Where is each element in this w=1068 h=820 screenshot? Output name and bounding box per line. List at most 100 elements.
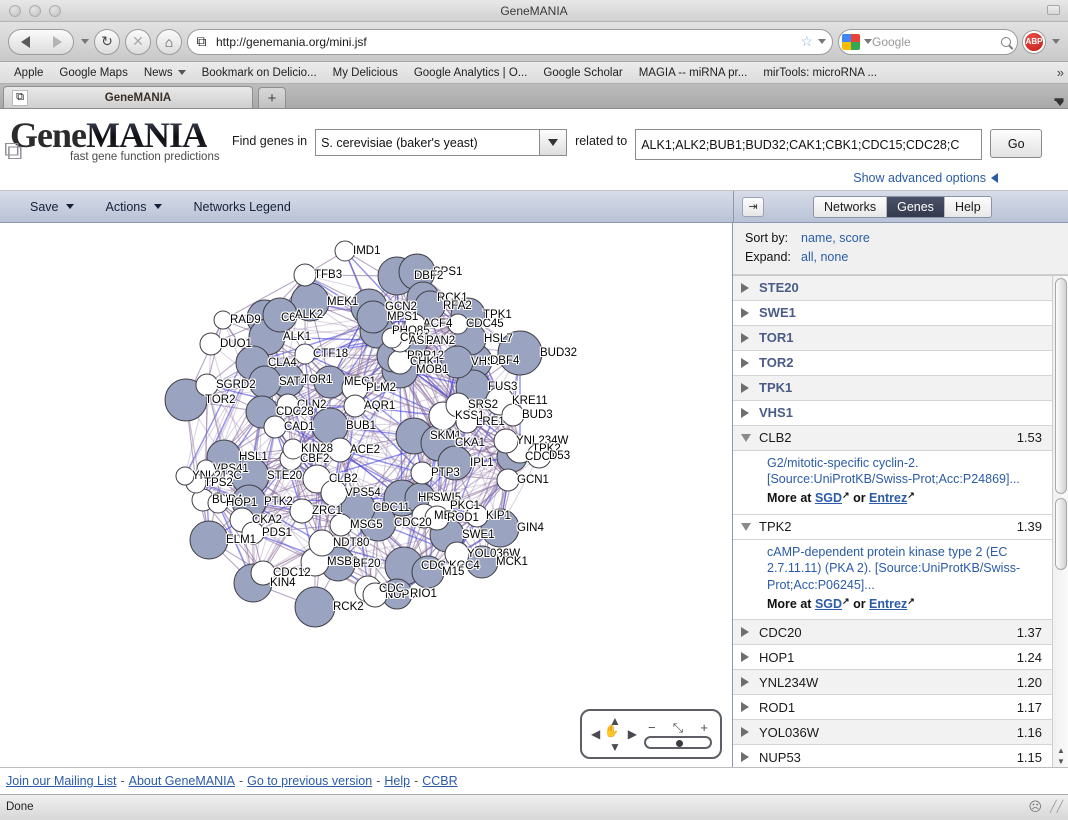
nav-dropdown-caret[interactable] — [79, 39, 89, 44]
network-node[interactable] — [456, 411, 478, 433]
gene-row[interactable]: TOR2 — [733, 351, 1052, 376]
chevron-right-icon[interactable] — [741, 727, 759, 737]
gene-description-text[interactable]: cAMP-dependent protein kinase type 2 (EC… — [767, 545, 1020, 592]
scrollbar-thumb[interactable] — [1055, 498, 1067, 570]
network-node[interactable] — [466, 505, 488, 527]
network-graph-canvas[interactable]: IMD1TFB3SPS1DBF2MEK1GCN2RCK1RFA2MPS1RAD9… — [0, 223, 733, 767]
gene-list-scroll-area[interactable]: STE20SWE1TOR1TOR2TPK1VHS1CLB21.53G2/mito… — [733, 275, 1068, 767]
bookmark-item[interactable]: Google Analytics | O... — [406, 67, 536, 79]
bookmark-item[interactable]: Google Maps — [51, 67, 135, 79]
chevron-right-icon[interactable] — [741, 677, 759, 687]
network-node[interactable] — [498, 331, 542, 375]
go-button[interactable]: Go — [990, 129, 1042, 158]
network-node[interactable] — [295, 587, 335, 627]
stop-button[interactable]: ✕ — [125, 29, 151, 55]
forward-button[interactable] — [41, 30, 73, 54]
search-input[interactable]: Google — [838, 29, 1018, 55]
gene-list-scrollbar[interactable]: ▲ ▼ — [1052, 276, 1068, 767]
network-node[interactable] — [200, 333, 222, 355]
network-node[interactable] — [382, 328, 402, 348]
gene-row[interactable]: ROD11.17 — [733, 695, 1052, 720]
network-node[interactable] — [283, 439, 303, 459]
reload-button[interactable]: ↻ — [94, 29, 120, 55]
network-node[interactable] — [263, 298, 297, 332]
network-node[interactable] — [425, 506, 449, 530]
chevron-right-icon[interactable] — [741, 752, 759, 762]
networks-legend-button[interactable]: Networks Legend — [178, 191, 307, 222]
gene-row[interactable]: TPK21.39 — [733, 515, 1052, 540]
network-node[interactable] — [196, 374, 218, 396]
gene-row[interactable]: YOL036W1.16 — [733, 720, 1052, 745]
sgd-link[interactable]: SGD — [815, 491, 842, 505]
network-node[interactable] — [190, 521, 228, 559]
sgd-link[interactable]: SGD — [815, 597, 842, 611]
network-node[interactable] — [197, 460, 215, 478]
network-node[interactable] — [295, 344, 315, 364]
network-node[interactable] — [294, 264, 316, 286]
zoom-slider-thumb[interactable] — [676, 740, 683, 747]
url-bar[interactable]: ⧉ http://genemania.org/mini.jsf ☆ — [187, 29, 833, 55]
footer-link[interactable]: CCBR — [422, 774, 457, 788]
footer-link[interactable]: Join our Mailing List — [6, 774, 116, 788]
zoom-window-button[interactable] — [49, 5, 61, 17]
tab-help[interactable]: Help — [945, 197, 991, 217]
network-node[interactable] — [328, 438, 352, 462]
entrez-link[interactable]: Entrez — [869, 597, 907, 611]
zoom-slider-track[interactable] — [644, 736, 712, 749]
footer-link[interactable]: Go to previous version — [247, 774, 372, 788]
gene-row[interactable]: STE20 — [733, 276, 1052, 301]
network-node[interactable] — [388, 350, 412, 374]
zoom-control[interactable]: − ⤡ + — [644, 719, 712, 749]
save-menu[interactable]: Save — [14, 191, 90, 222]
chevron-right-icon[interactable] — [741, 333, 759, 343]
network-node[interactable] — [411, 462, 433, 484]
chevron-right-icon[interactable] — [741, 627, 759, 637]
network-node[interactable] — [438, 446, 472, 480]
zoom-out-icon[interactable]: − — [648, 720, 656, 735]
zoom-in-icon[interactable]: + — [700, 720, 708, 735]
chevron-right-icon[interactable] — [741, 358, 759, 368]
gene-row[interactable]: NUP531.15 — [733, 745, 1052, 767]
footer-link[interactable]: Help — [384, 774, 410, 788]
chevron-right-icon[interactable] — [741, 652, 759, 662]
tab-genes[interactable]: Genes — [887, 197, 945, 217]
pan-down-icon[interactable]: ▼ — [609, 741, 621, 753]
network-node[interactable] — [335, 241, 355, 261]
network-node[interactable] — [441, 346, 473, 378]
network-node[interactable] — [466, 546, 498, 578]
tab-networks[interactable]: Networks — [814, 197, 887, 217]
close-window-button[interactable] — [9, 5, 21, 17]
chevron-right-icon[interactable] — [741, 702, 759, 712]
hand-icon[interactable]: ✋ — [604, 725, 619, 737]
window-minimize-icon[interactable] — [1047, 5, 1060, 15]
network-node[interactable] — [214, 311, 232, 329]
gene-row[interactable]: CLB21.53 — [733, 426, 1052, 451]
gene-row[interactable]: SWE1 — [733, 301, 1052, 326]
bookmark-star-icon[interactable]: ☆ — [800, 33, 813, 50]
window-traffic-lights[interactable] — [0, 5, 61, 17]
network-node[interactable] — [363, 583, 387, 607]
tab-genemania[interactable]: ⧉ GeneMANIA — [3, 86, 253, 108]
network-node[interactable] — [412, 556, 444, 588]
chevron-down-icon[interactable] — [818, 39, 826, 44]
genemania-logo[interactable]: GeneMANIA fast gene function predictions… — [0, 109, 232, 163]
scroll-up-icon[interactable]: ▲ — [1054, 745, 1068, 756]
bookmark-item[interactable]: Apple — [6, 67, 51, 79]
scroll-down-icon[interactable]: ▼ — [1054, 756, 1068, 767]
bookmarks-overflow-icon[interactable]: » — [1057, 65, 1064, 80]
bookmark-item[interactable]: My Delicious — [325, 67, 406, 79]
network-node[interactable] — [321, 480, 347, 506]
chevron-down-icon[interactable] — [741, 523, 759, 531]
network-node[interactable] — [405, 314, 425, 334]
adblock-chevron-icon[interactable] — [1052, 39, 1060, 44]
gene-row[interactable]: TOR1 — [733, 326, 1052, 351]
bookmark-item[interactable]: mirTools: microRNA ... — [755, 67, 885, 79]
gene-description-text[interactable]: G2/mitotic-specific cyclin-2. [Source:Un… — [767, 456, 1020, 487]
network-node[interactable] — [357, 301, 389, 333]
network-node[interactable] — [208, 493, 228, 513]
network-node[interactable] — [527, 444, 551, 468]
gene-row[interactable]: HOP11.24 — [733, 645, 1052, 670]
minimize-window-button[interactable] — [29, 5, 41, 17]
nav-back-forward-group[interactable] — [8, 29, 74, 55]
bookmark-item[interactable]: MAGIA -- miRNA pr... — [631, 67, 756, 79]
